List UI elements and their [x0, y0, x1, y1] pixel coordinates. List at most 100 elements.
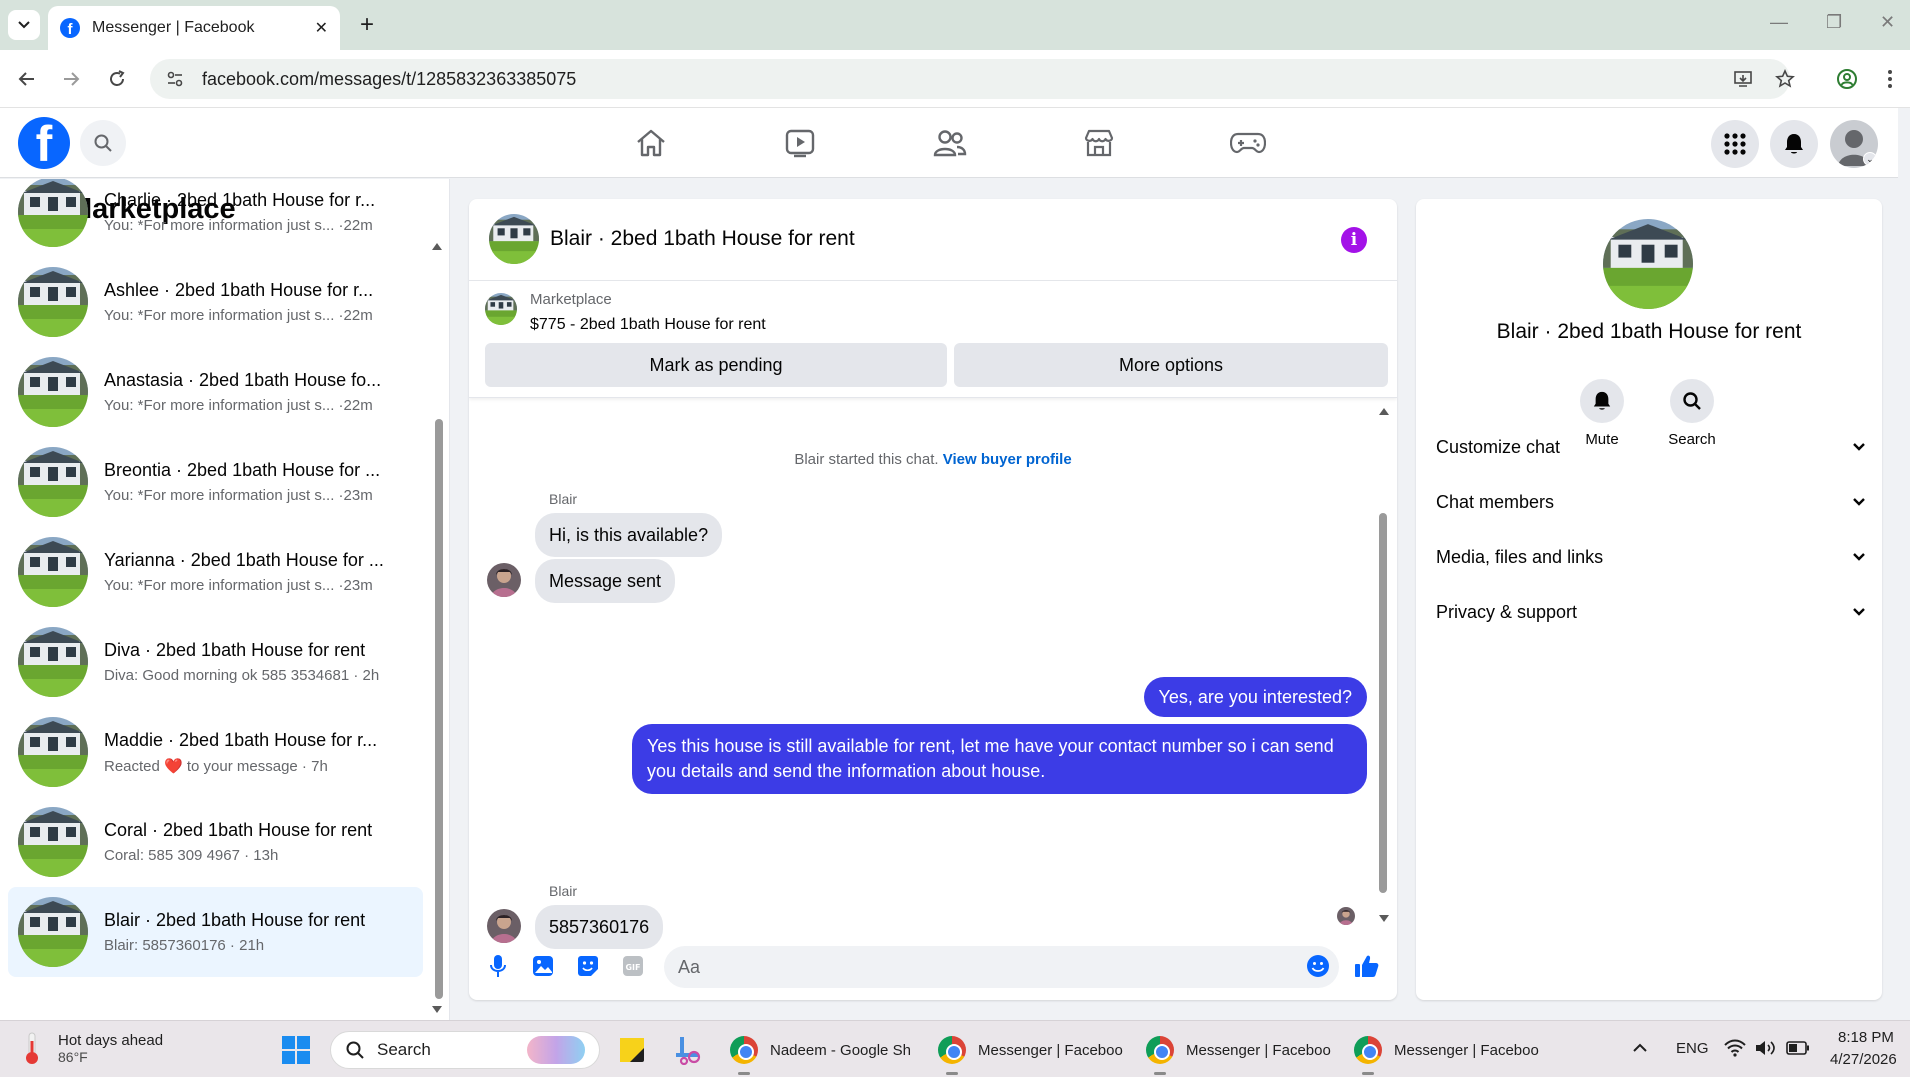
notifications-button[interactable] — [1770, 120, 1818, 168]
view-buyer-profile-link[interactable]: View buyer profile — [943, 451, 1072, 468]
language-indicator[interactable]: ENG — [1676, 1040, 1709, 1057]
scroll-down-arrow-icon[interactable] — [432, 1005, 442, 1015]
incoming-message[interactable]: Hi, is this available? — [535, 513, 723, 557]
scroll-up-arrow-icon[interactable] — [1379, 407, 1389, 415]
nav-gaming[interactable] — [1218, 118, 1278, 168]
conversation-item-anastasia[interactable]: Anastasia · 2bed 1bath House fo... You: … — [8, 347, 423, 437]
clock-date[interactable]: 4/27/2026 — [1830, 1051, 1897, 1068]
forward-button[interactable] — [56, 64, 86, 94]
mute-circle[interactable] — [1580, 379, 1624, 423]
conversation-name: Diva · 2bed 1bath House for rent — [104, 640, 366, 660]
conversation-item-charlie[interactable]: Charlie · 2bed 1bath House for r... You:… — [8, 179, 423, 257]
video-icon — [785, 129, 815, 158]
gif-button[interactable]: GIF — [619, 952, 647, 980]
facebook-top-nav: f ⌄ — [0, 108, 1898, 178]
windows-start-icon[interactable] — [282, 1036, 310, 1064]
chat-title[interactable]: Blair · 2bed 1bath House for rent — [550, 227, 855, 251]
conversation-list-scrollbar[interactable] — [435, 419, 443, 999]
search-circle[interactable] — [1670, 379, 1714, 423]
sticker-button[interactable] — [574, 952, 602, 980]
search-icon — [1683, 392, 1701, 410]
taskbar-app-messenger-2[interactable]: Messenger | Faceboo — [1146, 1031, 1331, 1075]
scroll-up-arrow-icon[interactable] — [432, 241, 442, 251]
app-running-indicator — [1154, 1072, 1166, 1075]
nav-friends[interactable] — [920, 118, 980, 168]
site-settings-icon[interactable] — [166, 70, 184, 88]
conversation-item-breontia[interactable]: Breontia · 2bed 1bath House for ... You:… — [8, 437, 423, 527]
conversation-item-yarianna[interactable]: Yarianna · 2bed 1bath House for ... You:… — [8, 527, 423, 617]
more-options-button[interactable]: More options — [954, 343, 1388, 387]
conversation-item-coral[interactable]: Coral · 2bed 1bath House for rent Coral:… — [8, 797, 423, 887]
chrome-icon — [938, 1036, 966, 1064]
conversation-name: Yarianna · 2bed 1bath House for ... — [104, 550, 384, 570]
menu-button[interactable] — [1711, 120, 1759, 168]
conversation-preview: You: *For more information just s... ·22… — [104, 397, 373, 414]
info-icon[interactable]: i — [1341, 227, 1367, 253]
conversation-item-diva[interactable]: Diva · 2bed 1bath House for rent Diva: G… — [8, 617, 423, 707]
taskbar-app-messenger-3[interactable]: Messenger | Faceboo — [1354, 1031, 1539, 1075]
conversation-item-ashlee[interactable]: Ashlee · 2bed 1bath House for r... You: … — [8, 257, 423, 347]
nav-marketplace[interactable] — [1069, 118, 1129, 168]
sticky-notes-app[interactable] — [618, 1031, 646, 1069]
incoming-message[interactable]: Message sent — [535, 559, 676, 603]
nav-home[interactable] — [621, 118, 681, 168]
taskbar-app-google-sheets[interactable]: Nadeem - Google Sh — [730, 1031, 911, 1075]
minimize-icon[interactable]: — — [1770, 12, 1788, 33]
restore-icon[interactable]: ❐ — [1826, 12, 1842, 33]
new-tab-button[interactable]: + — [352, 10, 382, 40]
attach-photo-button[interactable] — [529, 952, 557, 980]
outgoing-message[interactable]: Yes, are you interested? — [1143, 677, 1367, 717]
emoji-button[interactable] — [1304, 952, 1332, 980]
battery-icon[interactable] — [1786, 1041, 1810, 1055]
address-bar[interactable]: facebook.com/messages/t/1285832363385075 — [150, 59, 1790, 99]
voice-clip-button[interactable] — [484, 952, 512, 980]
info-conversation-name: Blair · 2bed 1bath House for rent — [1496, 320, 1802, 343]
section-privacy-support[interactable]: Privacy & support — [1436, 589, 1866, 635]
listing-banner: Marketplace $775 - 2bed 1bath House for … — [469, 281, 1397, 398]
clock-time[interactable]: 8:18 PM — [1838, 1029, 1894, 1046]
chrome-icon — [1146, 1036, 1174, 1064]
facebook-logo-icon[interactable]: f — [18, 117, 70, 169]
listing-price[interactable]: $775 - 2bed 1bath House for rent — [530, 316, 766, 334]
outgoing-message[interactable]: Yes this house is still available for re… — [632, 724, 1367, 794]
conversation-item-maddie[interactable]: Maddie · 2bed 1bath House for r... React… — [8, 707, 423, 797]
section-chat-members[interactable]: Chat members — [1436, 479, 1866, 525]
message-input[interactable]: Aa — [664, 946, 1339, 988]
message-input-placeholder: Aa — [678, 956, 701, 977]
close-window-icon[interactable]: ✕ — [1880, 12, 1895, 33]
install-app-button[interactable] — [1728, 64, 1758, 94]
browser-tab-messenger[interactable]: f Messenger | Facebook ✕ — [48, 6, 340, 50]
browser-menu-button[interactable] — [1875, 64, 1905, 94]
back-button[interactable] — [12, 64, 42, 94]
send-like-button[interactable] — [1353, 952, 1381, 980]
chrome-icon — [1354, 1036, 1382, 1064]
more-vertical-icon — [1888, 70, 1892, 88]
tab-search-button[interactable] — [8, 10, 40, 40]
section-customize-chat[interactable]: Customize chat — [1436, 424, 1866, 470]
sender-avatar[interactable] — [487, 563, 521, 597]
account-avatar[interactable]: ⌄ — [1830, 120, 1878, 168]
show-hidden-icons-icon[interactable] — [1632, 1043, 1648, 1053]
snipping-tool-icon — [676, 1037, 701, 1065]
chat-scrollbar[interactable] — [1379, 513, 1387, 893]
facebook-search-button[interactable] — [80, 120, 126, 166]
close-tab-icon[interactable]: ✕ — [315, 18, 328, 38]
wifi-icon[interactable] — [1724, 1039, 1746, 1057]
chat-avatar[interactable] — [489, 214, 539, 264]
conversation-item-blair[interactable]: Blair · 2bed 1bath House for rent Blair:… — [8, 887, 423, 977]
info-avatar[interactable] — [1603, 219, 1693, 309]
section-media-files-links[interactable]: Media, files and links — [1436, 534, 1866, 580]
bookmark-button[interactable] — [1770, 64, 1800, 94]
message-composer: GIF Aa — [469, 930, 1397, 1000]
mark-as-pending-button[interactable]: Mark as pending — [485, 343, 947, 387]
nav-video[interactable] — [770, 118, 830, 168]
weather-widget[interactable]: Hot days ahead 86°F — [20, 1031, 163, 1065]
snipping-tool-app[interactable] — [674, 1031, 704, 1069]
volume-icon[interactable] — [1754, 1039, 1776, 1057]
profile-button[interactable] — [1832, 64, 1862, 94]
taskbar-search[interactable]: Search — [330, 1031, 600, 1069]
taskbar-app-messenger-1[interactable]: Messenger | Faceboo — [938, 1031, 1123, 1075]
scroll-down-arrow-icon[interactable] — [1379, 915, 1389, 923]
conversation-list-panel: Marketplace Charlie · 2bed 1bath House f… — [0, 179, 450, 1020]
reload-button[interactable] — [102, 64, 132, 94]
